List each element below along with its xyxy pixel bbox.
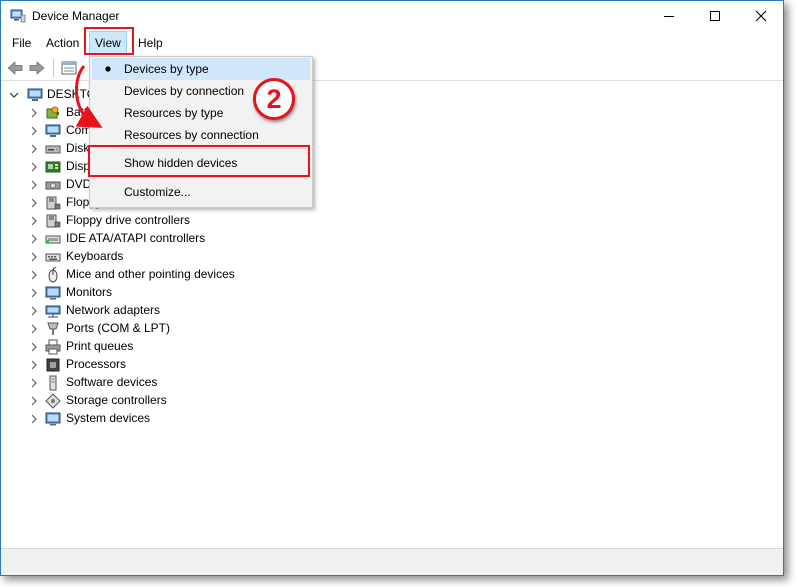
tree-row[interactable]: Network adapters: [1, 302, 401, 320]
close-icon: [755, 10, 767, 22]
chevron-right-icon[interactable]: [29, 215, 39, 227]
tree-row[interactable]: Floppy drive controllers: [1, 212, 401, 230]
tree-row-label: Floppy drive controllers: [66, 213, 191, 227]
tree-row[interactable]: Keyboards: [1, 248, 401, 266]
chevron-right-icon[interactable]: [29, 143, 39, 155]
keyboard-icon: [45, 253, 61, 262]
tree-row-label: Storage controllers: [66, 393, 167, 407]
dvd-drive-icon: [45, 181, 61, 190]
tree-row-label: DVD: [66, 177, 92, 191]
toolbar-separator: [53, 59, 54, 77]
tree-row[interactable]: Storage controllers: [1, 392, 401, 410]
processor-icon: [46, 358, 60, 372]
menu-help[interactable]: Help: [133, 31, 168, 55]
monitor-icon: [45, 286, 61, 300]
tree-row-label: Monitors: [66, 285, 113, 299]
chevron-right-icon[interactable]: [29, 287, 39, 299]
chevron-down-icon[interactable]: [9, 89, 19, 101]
menu-item-resources-by-connection[interactable]: Resources by connection: [92, 124, 310, 146]
window-title: Device Manager: [32, 9, 120, 23]
chevron-right-icon[interactable]: [29, 233, 39, 245]
floppy-controller-icon: [46, 214, 61, 228]
system-device-icon: [45, 412, 61, 426]
tree-row-label: Ports (COM & LPT): [66, 321, 171, 335]
computer-icon: [45, 124, 61, 137]
step-number-badge: 2: [253, 78, 295, 120]
network-adapter-icon: [45, 305, 61, 318]
tree-row-label: Disk: [66, 141, 90, 155]
chevron-right-icon[interactable]: [29, 161, 39, 173]
chevron-right-icon[interactable]: [29, 359, 39, 371]
tree-row-label: Network adapters: [66, 303, 161, 317]
menu-separator: [120, 177, 308, 178]
chevron-right-icon[interactable]: [29, 377, 39, 389]
back-arrow-icon: [7, 61, 23, 75]
menu-item-devices-by-type[interactable]: Devices by type: [92, 58, 310, 80]
chevron-right-icon[interactable]: [29, 269, 39, 281]
chevron-right-icon[interactable]: [29, 323, 39, 335]
device-manager-window: Device Manager File Action View Help DES…: [0, 0, 784, 576]
tree-row-label: Keyboards: [66, 249, 124, 263]
chevron-right-icon[interactable]: [29, 197, 39, 209]
chevron-right-icon[interactable]: [29, 251, 39, 263]
printer-icon: [45, 339, 61, 355]
chevron-right-icon[interactable]: [29, 125, 39, 137]
status-bar: [1, 548, 783, 575]
chevron-right-icon[interactable]: [29, 305, 39, 317]
forward-arrow-icon: [29, 61, 45, 75]
tree-row-label: Processors: [66, 357, 127, 371]
tree-row[interactable]: Processors: [1, 356, 401, 374]
disk-drive-icon: [45, 145, 61, 154]
minimize-button[interactable]: [646, 1, 692, 31]
menu-file[interactable]: File: [7, 31, 36, 55]
menu-item-label: Devices by type: [124, 62, 209, 76]
menu-item-label: Resources by connection: [124, 128, 259, 142]
tree-row-label: Disp: [66, 159, 91, 173]
menu-action[interactable]: Action: [41, 31, 84, 55]
software-device-icon: [49, 375, 57, 391]
tree-row[interactable]: Monitors: [1, 284, 401, 302]
chevron-right-icon[interactable]: [29, 179, 39, 191]
tree-row[interactable]: Software devices: [1, 374, 401, 392]
tree-row-label: Mice and other pointing devices: [66, 267, 235, 281]
tree-row[interactable]: IDE ATA/ATAPI controllers: [1, 230, 401, 248]
menu-item-label: Devices by connection: [124, 84, 245, 98]
tree-row[interactable]: Ports (COM & LPT): [1, 320, 401, 338]
tree-row-label: Software devices: [66, 375, 158, 389]
ide-controller-icon: [45, 235, 61, 244]
view-menu-highlight-box: [84, 27, 134, 55]
battery-icon: [46, 106, 59, 119]
tree-row[interactable]: Print queues: [1, 338, 401, 356]
menu-item-label: Resources by type: [124, 106, 224, 120]
menu-item-label: Customize...: [124, 185, 191, 199]
display-adapter-icon: [45, 161, 61, 173]
tree-row[interactable]: Mice and other pointing devices: [1, 266, 401, 284]
curved-arrow-icon: [74, 65, 103, 128]
floppy-disk-icon: [46, 196, 61, 210]
forward-button[interactable]: [27, 59, 47, 77]
chevron-right-icon[interactable]: [29, 395, 39, 407]
minimize-icon: [664, 16, 674, 17]
back-button[interactable]: [5, 59, 25, 77]
show-hidden-highlight-box: [88, 145, 310, 177]
maximize-button[interactable]: [692, 1, 738, 31]
tree-row-label: Print queues: [66, 339, 134, 353]
tree-row[interactable]: System devices: [1, 410, 401, 428]
close-button[interactable]: [738, 1, 784, 31]
chevron-right-icon[interactable]: [29, 107, 39, 119]
chevron-right-icon[interactable]: [29, 413, 39, 425]
mouse-icon: [48, 267, 58, 283]
computer-root-icon: [27, 88, 43, 101]
port-icon: [47, 322, 59, 335]
device-manager-icon: [10, 9, 26, 23]
tree-row-label: System devices: [66, 411, 151, 425]
menu-item-customize[interactable]: Customize...: [92, 181, 310, 203]
storage-controller-icon: [45, 393, 61, 409]
chevron-right-icon[interactable]: [29, 341, 39, 353]
maximize-icon: [710, 11, 720, 21]
tree-row-label: IDE ATA/ATAPI controllers: [66, 231, 206, 245]
